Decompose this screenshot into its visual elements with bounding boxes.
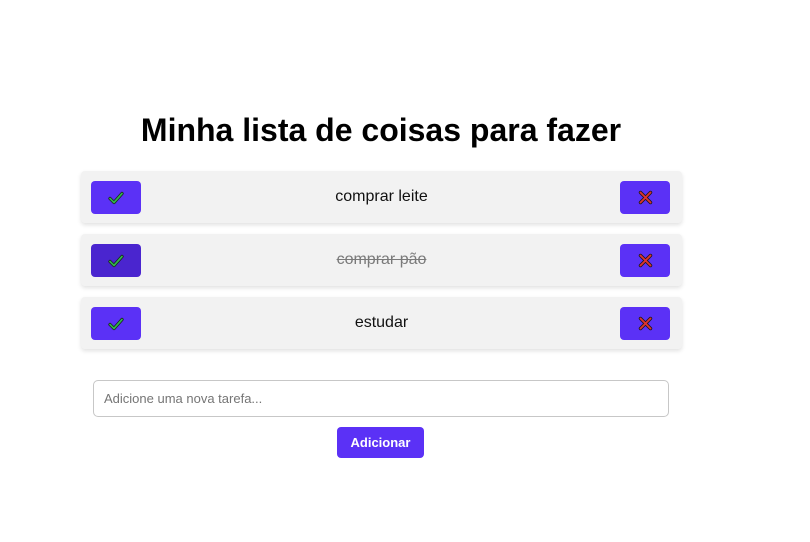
page-title: Minha lista de coisas para fazer: [140, 112, 622, 148]
new-task-input[interactable]: [93, 380, 669, 417]
delete-task-button[interactable]: [620, 181, 670, 214]
todo-item: comprar pão: [81, 234, 682, 286]
x-mark-icon: [638, 253, 652, 268]
x-mark-icon: [638, 316, 652, 331]
check-icon: [108, 191, 124, 204]
todo-item: comprar leite: [81, 171, 682, 223]
x-mark-icon: [638, 190, 652, 205]
complete-task-button[interactable]: [91, 244, 141, 277]
check-icon: [108, 317, 124, 330]
delete-task-button[interactable]: [620, 307, 670, 340]
todo-list: comprar leite comprar pão estudar: [81, 171, 682, 360]
add-task-button[interactable]: Adicionar: [337, 427, 424, 458]
complete-task-button[interactable]: [91, 181, 141, 214]
check-icon: [108, 254, 124, 267]
delete-task-button[interactable]: [620, 244, 670, 277]
complete-task-button[interactable]: [91, 307, 141, 340]
task-text: comprar leite: [335, 188, 428, 205]
todo-item: estudar: [81, 297, 682, 349]
task-text: estudar: [354, 314, 409, 331]
todo-app: Minha lista de coisas para fazer comprar…: [0, 0, 810, 542]
task-text: comprar pão: [336, 251, 427, 268]
